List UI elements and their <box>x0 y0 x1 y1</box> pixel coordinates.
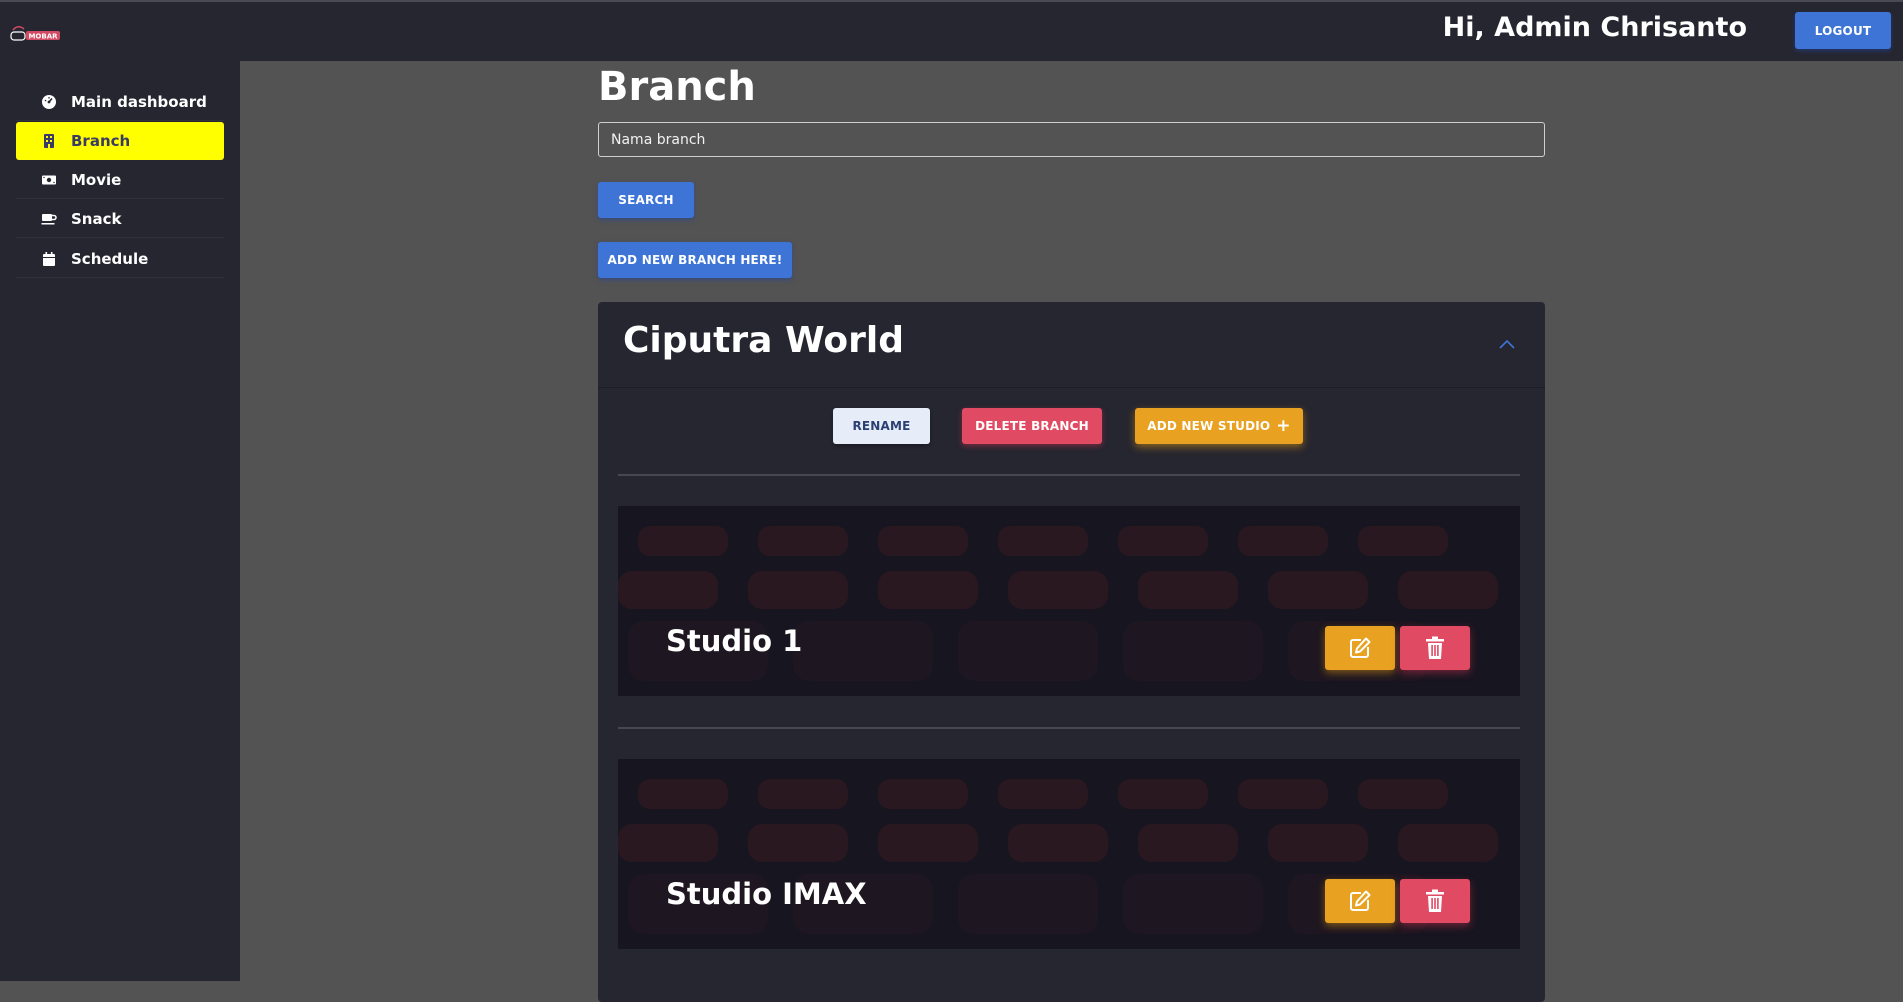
branch-card: Ciputra World RENAME DELETE BRANCH ADD N… <box>598 302 1545 1002</box>
top-bar: MOBAR Hi, Admin Chrisanto LOGOUT <box>0 0 1903 61</box>
mug-icon <box>41 213 57 224</box>
building-icon <box>44 134 54 148</box>
sidebar-item-label: Schedule <box>71 249 149 268</box>
delete-branch-button[interactable]: DELETE BRANCH <box>962 408 1102 444</box>
search-button[interactable]: SEARCH <box>598 182 694 218</box>
add-branch-button[interactable]: ADD NEW BRANCH HERE! <box>598 242 792 278</box>
gauge-icon <box>42 94 56 109</box>
branch-search-input[interactable] <box>598 122 1545 157</box>
edit-icon <box>1350 890 1371 911</box>
add-studio-button[interactable]: ADD NEW STUDIO + <box>1135 408 1303 444</box>
branch-header[interactable]: Ciputra World <box>598 302 1545 388</box>
ticket-icon <box>42 175 56 184</box>
sidebar-item-main-dashboard[interactable]: Main dashboard <box>16 83 224 121</box>
edit-studio-button[interactable] <box>1325 626 1395 670</box>
logo-text: MOBAR <box>28 33 58 41</box>
app-logo[interactable]: MOBAR <box>10 22 64 44</box>
delete-studio-button[interactable] <box>1400 879 1470 923</box>
divider <box>618 727 1520 729</box>
sidebar-item-schedule[interactable]: Schedule <box>16 240 224 278</box>
studio-name: Studio IMAX <box>666 877 867 911</box>
greeting: Hi, Admin Chrisanto <box>1442 12 1747 43</box>
delete-studio-button[interactable] <box>1400 626 1470 670</box>
edit-studio-button[interactable] <box>1325 879 1395 923</box>
sidebar-item-movie[interactable]: Movie <box>16 161 224 199</box>
sidebar-item-snack[interactable]: Snack <box>16 200 224 238</box>
trash-icon <box>1426 889 1444 912</box>
sidebar: Main dashboard Branch Movie Snack Schedu… <box>0 61 240 981</box>
trash-icon <box>1426 636 1444 659</box>
plus-icon: + <box>1276 415 1291 436</box>
page-title: Branch <box>598 64 756 110</box>
edit-icon <box>1350 637 1371 658</box>
add-studio-label: ADD NEW STUDIO <box>1147 419 1271 433</box>
calendar-icon <box>43 251 55 266</box>
studio-card: Studio 1 <box>618 506 1520 696</box>
sidebar-item-label: Main dashboard <box>71 92 207 111</box>
rename-branch-button[interactable]: RENAME <box>833 408 930 444</box>
branch-name: Ciputra World <box>623 320 904 361</box>
chevron-up-icon[interactable] <box>1498 338 1516 350</box>
studio-card: Studio IMAX <box>618 759 1520 949</box>
logout-button[interactable]: LOGOUT <box>1795 12 1891 49</box>
sidebar-item-label: Snack <box>71 209 122 228</box>
divider <box>618 474 1520 476</box>
sidebar-item-label: Branch <box>71 132 131 150</box>
studio-name: Studio 1 <box>666 624 803 658</box>
sidebar-item-branch[interactable]: Branch <box>16 122 224 160</box>
sidebar-item-label: Movie <box>71 170 122 189</box>
